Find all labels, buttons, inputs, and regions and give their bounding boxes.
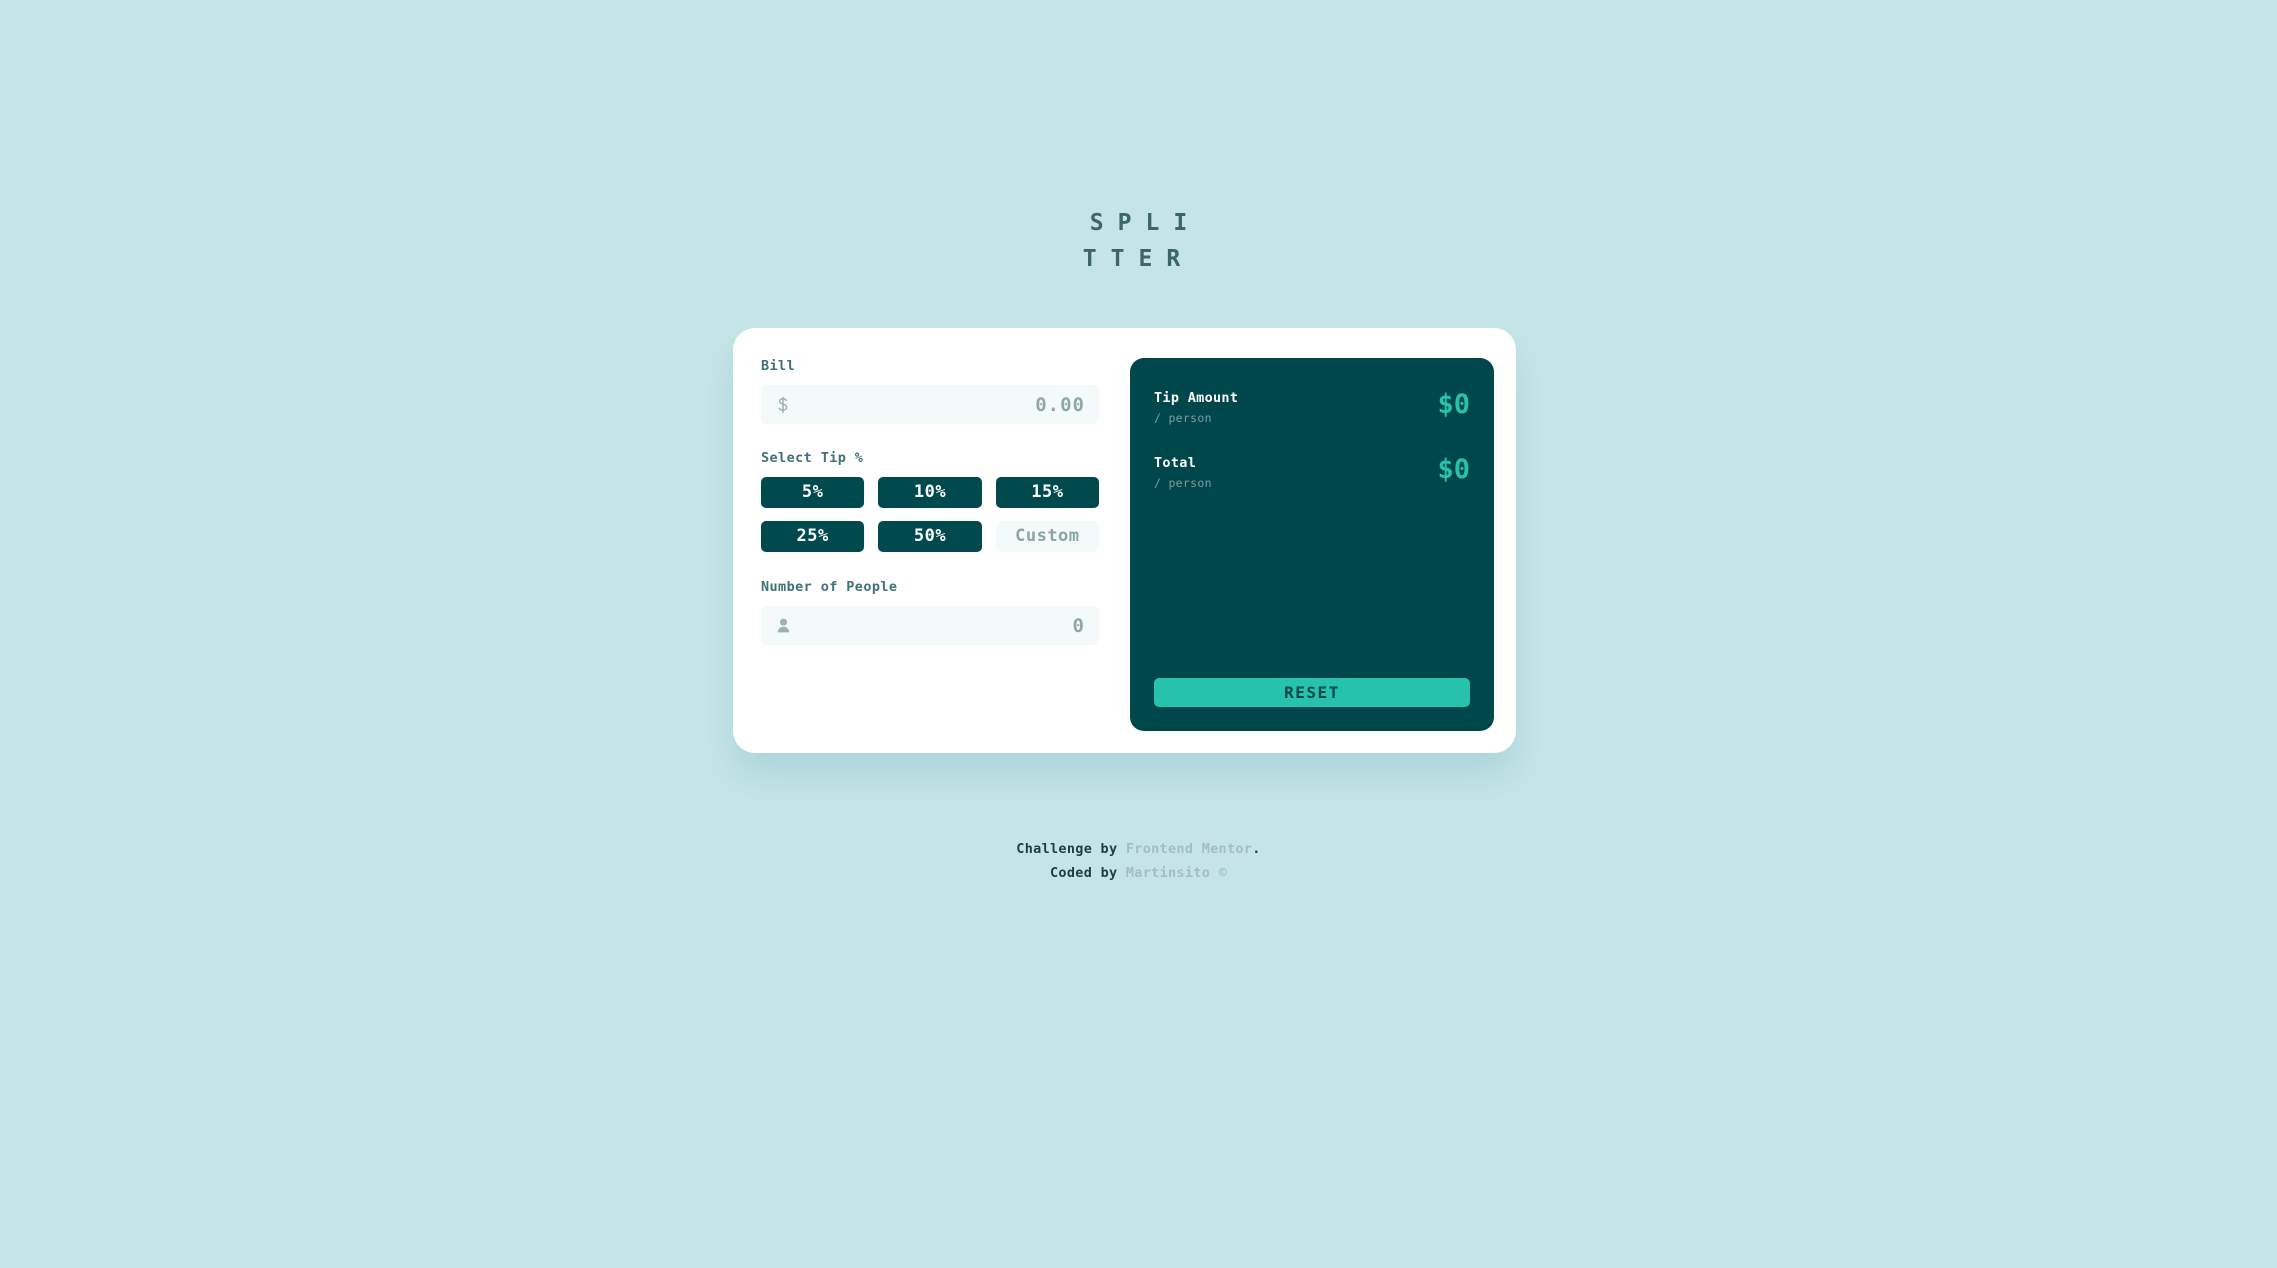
total-subtitle: / person [1154, 476, 1212, 490]
tip-amount-subtitle: / person [1154, 411, 1212, 425]
tip-amount-value: $0 [1437, 389, 1470, 420]
app-logo: SPLITTER [0, 205, 2277, 277]
footer-challenge-prefix: Challenge by [1016, 841, 1126, 857]
tip-amount-row: Tip Amount / person $0 [1154, 389, 1470, 426]
results-panel: Tip Amount / person $0 Total / person $0… [1130, 358, 1494, 731]
footer-line-challenge: Challenge by Frontend Mentor. [0, 837, 2277, 861]
bill-label: Bill [761, 358, 796, 374]
tip-option-25[interactable]: 25% [761, 521, 865, 552]
tip-option-5[interactable]: 5% [761, 477, 865, 508]
people-input[interactable]: 0 [761, 606, 1099, 645]
footer-line-coded: Coded by Martinsito © [0, 861, 2277, 885]
total-labels: Total / person [1154, 455, 1212, 490]
app-root: SPLITTER Bill 0.00 Select Tip % 5% 10% 1… [0, 0, 2277, 1268]
total-value: $0 [1437, 454, 1470, 485]
calculator-card: Bill 0.00 Select Tip % 5% 10% 15% 25% 50… [733, 328, 1516, 753]
footer-coded-prefix: Coded by [1050, 865, 1126, 881]
tip-options-grid: 5% 10% 15% 25% 50% Custom [761, 477, 1099, 552]
person-icon [775, 617, 791, 635]
bill-field-group: Bill 0.00 [761, 358, 1099, 424]
tip-label: Select Tip % [761, 450, 864, 466]
frontend-mentor-link[interactable]: Frontend Mentor [1126, 841, 1252, 857]
tip-amount-labels: Tip Amount / person [1154, 390, 1238, 425]
people-field-group: Number of People 0 [761, 579, 1099, 645]
dollar-icon [775, 396, 791, 414]
calculator-inputs: Bill 0.00 Select Tip % 5% 10% 15% 25% 50… [755, 358, 1107, 731]
tip-field-group: Select Tip % 5% 10% 15% 25% 50% Custom [761, 450, 1099, 552]
total-title: Total [1154, 455, 1197, 471]
people-label: Number of People [761, 579, 898, 595]
bill-input[interactable]: 0.00 [761, 385, 1099, 424]
tip-amount-title: Tip Amount [1154, 390, 1239, 406]
people-value: 0 [1072, 614, 1085, 637]
footer: Challenge by Frontend Mentor. Coded by M… [0, 837, 2277, 885]
footer-challenge-suffix: . [1252, 841, 1261, 857]
bill-value: 0.00 [1035, 393, 1085, 416]
copyright-symbol: © [1210, 865, 1227, 881]
reset-button[interactable]: RESET [1154, 678, 1470, 707]
tip-option-15[interactable]: 15% [995, 477, 1099, 508]
app-logo-text: SPLITTER [1082, 210, 1202, 272]
total-row: Total / person $0 [1154, 454, 1470, 491]
tip-option-50[interactable]: 50% [878, 521, 982, 552]
tip-custom-input[interactable]: Custom [995, 521, 1099, 552]
author-link[interactable]: Martinsito [1126, 865, 1210, 881]
tip-option-10[interactable]: 10% [878, 477, 982, 508]
